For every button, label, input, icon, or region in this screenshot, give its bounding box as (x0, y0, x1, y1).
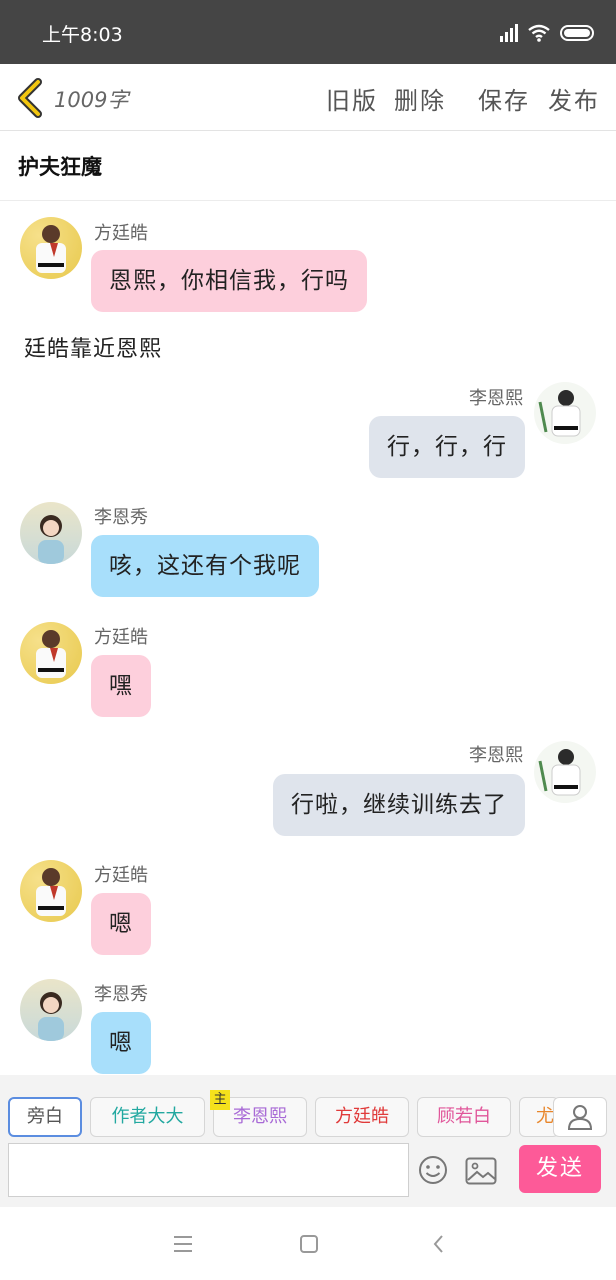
message-bubble[interactable]: 嗯 (91, 893, 151, 955)
avatar-li-enxiu[interactable] (20, 502, 82, 564)
message-bubble[interactable]: 行啦，继续训练去了 (273, 774, 525, 836)
message-input-box[interactable] (8, 1143, 409, 1197)
chat-message[interactable]: 方廷皓 恩熙，你相信我，行吗 (0, 201, 616, 316)
speaker-name: 李恩熙 (469, 388, 523, 409)
chat-message[interactable]: 李恩熙 行，行，行 (0, 376, 616, 486)
back-chevron-icon[interactable] (14, 78, 48, 118)
word-count: 1009字 (54, 88, 129, 112)
back-icon[interactable] (426, 1231, 452, 1257)
editor-toolbar: 1009字 旧版 删除 保存 发布 (0, 64, 616, 131)
message-bubble[interactable]: 嘿 (91, 655, 151, 717)
avatar-li-enxiu[interactable] (20, 979, 82, 1041)
avatar-li-enxi[interactable] (534, 382, 596, 444)
status-time: 上午8:03 (42, 24, 123, 46)
signal-icon (500, 24, 518, 42)
home-square-icon[interactable] (296, 1231, 322, 1257)
speaker-name: 李恩熙 (469, 745, 523, 766)
publish-button[interactable]: 发布 (548, 81, 600, 116)
message-input[interactable] (9, 1144, 408, 1196)
role-manage-button[interactable] (553, 1097, 607, 1137)
system-nav-bar (0, 1207, 616, 1280)
wifi-icon (528, 24, 550, 42)
menu-icon[interactable] (170, 1231, 196, 1257)
image-icon[interactable] (465, 1157, 497, 1185)
chat-list[interactable]: 方廷皓 恩熙，你相信我，行吗 廷皓靠近恩熙 李恩熙 行，行，行 李恩秀 咳，这还… (0, 201, 616, 1075)
narration-text[interactable]: 廷皓靠近恩熙 (24, 331, 162, 363)
speaker-name: 方廷皓 (94, 865, 148, 886)
role-chip-label: 李恩熙 (233, 1106, 287, 1127)
role-chip-gu-ruobai[interactable]: 顾若白 (417, 1097, 511, 1137)
avatar-li-enxi[interactable] (534, 741, 596, 803)
main-role-badge: 主 (210, 1090, 230, 1110)
speaker-name: 方廷皓 (94, 223, 148, 244)
message-bubble[interactable]: 咳，这还有个我呢 (91, 535, 319, 597)
save-button[interactable]: 保存 (478, 81, 530, 116)
chat-message[interactable]: 李恩秀 咳，这还有个我呢 (0, 491, 616, 606)
role-chip-narrator[interactable]: 旁白 (8, 1097, 82, 1137)
user-icon (567, 1105, 593, 1130)
role-chip-author[interactable]: 作者大大 (90, 1097, 205, 1137)
status-bar: 上午8:03 (0, 0, 616, 64)
composer-panel: 旁白 作者大大 主 李恩熙 方廷皓 顾若白 尤 发送 (0, 1075, 616, 1207)
message-bubble[interactable]: 嗯 (91, 1012, 151, 1074)
old-version-button[interactable]: 旧版 (326, 81, 378, 116)
avatar-fang-tinghao[interactable] (20, 217, 82, 279)
chat-message[interactable]: 方廷皓 嘿 (0, 611, 616, 726)
role-chip-fang-tinghao[interactable]: 方廷皓 (315, 1097, 409, 1137)
speaker-name: 李恩秀 (94, 507, 148, 528)
send-button[interactable]: 发送 (519, 1145, 601, 1193)
battery-icon (560, 25, 594, 41)
story-title-row[interactable]: 护夫狂魔 (0, 131, 616, 201)
smiley-icon[interactable] (418, 1155, 448, 1185)
message-bubble[interactable]: 恩熙，你相信我，行吗 (91, 250, 367, 312)
chat-message[interactable]: 李恩秀 嗯 (0, 971, 616, 1075)
role-chip-li-enxi[interactable]: 主 李恩熙 (210, 1090, 307, 1137)
status-icons (500, 22, 594, 44)
speaker-name: 李恩秀 (94, 984, 148, 1005)
message-bubble[interactable]: 行，行，行 (369, 416, 525, 478)
speaker-name: 方廷皓 (94, 627, 148, 648)
story-title: 护夫狂魔 (18, 155, 102, 179)
avatar-fang-tinghao[interactable] (20, 860, 82, 922)
avatar-fang-tinghao[interactable] (20, 622, 82, 684)
chat-message[interactable]: 李恩熙 行啦，继续训练去了 (0, 731, 616, 846)
delete-button[interactable]: 删除 (394, 81, 446, 116)
chat-message[interactable]: 方廷皓 嗯 (0, 851, 616, 966)
